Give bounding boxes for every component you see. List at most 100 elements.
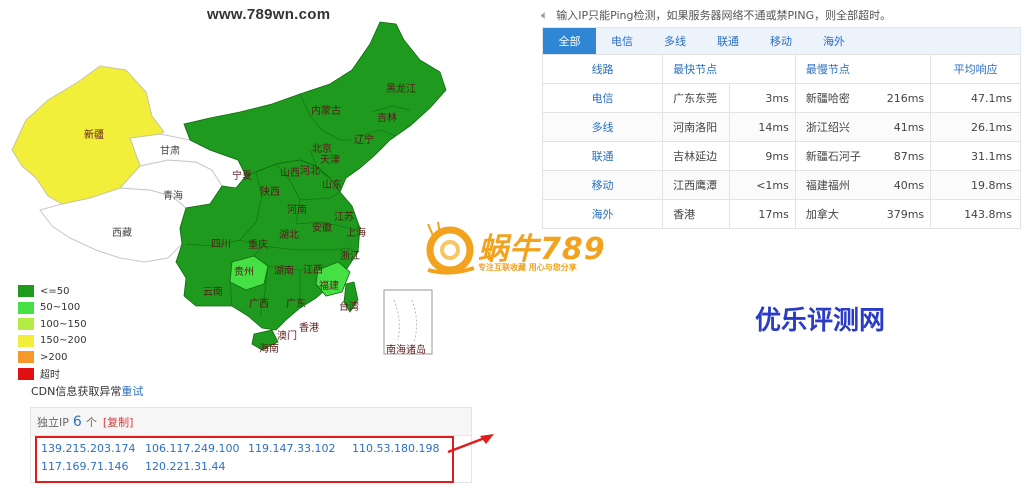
tab-all[interactable]: 全部 <box>543 28 596 55</box>
label-aomen: 澳门 <box>277 329 297 342</box>
label-henan: 河南 <box>287 203 307 216</box>
ip-panel: 独立IP 6 个 [复制] 139.215.203.174 106.117.24… <box>30 407 472 483</box>
table-row: 海外 香港 17ms 加拿大 379ms 143.8ms <box>541 199 1021 229</box>
header-fastest: 最快节点 <box>662 54 796 84</box>
cell-fastest-node: 香港 <box>662 199 730 229</box>
ip-address[interactable]: 139.215.203.174 <box>41 442 135 455</box>
label-hainan: 海南 <box>259 342 279 355</box>
tab-multiline[interactable]: 多线 <box>648 28 702 55</box>
tab-mobile[interactable]: 移动 <box>754 28 808 55</box>
label-hunan: 湖南 <box>274 264 294 277</box>
cell-slowest-node: 新疆石河子 <box>794 141 864 171</box>
label-taiwan: 台湾 <box>339 300 359 313</box>
ping-result-table: 线路 最快节点 最慢节点 平均响应 电信 广东东莞 3ms 新疆哈密 216ms 47.1… <box>541 54 1021 229</box>
legend-swatch <box>18 334 34 347</box>
ip-address[interactable]: 119.147.33.102 <box>248 442 335 455</box>
label-anhui: 安徽 <box>312 221 332 234</box>
legend-item: 150~200 <box>18 333 87 350</box>
label-jiangsu: 江苏 <box>334 210 354 223</box>
label-neimenggu: 内蒙古 <box>311 104 341 117</box>
cell-slowest-ms: 41ms <box>863 112 932 142</box>
label-shanghai: 上海 <box>346 226 366 239</box>
label-shaanxi: 陕西 <box>260 185 280 198</box>
label-shanxi: 山西 <box>280 167 300 179</box>
cdn-note: CDN信息获取异常重试 <box>31 383 143 399</box>
cell-line: 多线 <box>541 112 664 142</box>
cell-fastest-ms: <1ms <box>729 170 796 200</box>
ip-list-highlight: 139.215.203.174 106.117.249.100 119.147.… <box>35 436 454 483</box>
legend-swatch <box>18 367 34 380</box>
table-row: 多线 河南洛阳 14ms 浙江绍兴 41ms 26.1ms <box>541 112 1021 142</box>
header-line: 线路 <box>541 54 664 84</box>
cell-slowest-ms: 379ms <box>863 199 932 229</box>
label-beijing: 北京 <box>312 142 332 155</box>
label-hubei: 湖北 <box>279 229 299 241</box>
label-yunnan: 云南 <box>203 285 223 298</box>
legend-swatch <box>18 351 34 364</box>
legend-label: >200 <box>40 351 68 363</box>
label-hebei: 河北 <box>300 165 320 177</box>
hint-bar: 🔈︎ 输入IP只能Ping检测，如果服务器网络不通或禁PING，则全部超时。 <box>541 7 891 23</box>
label-xizang: 西藏 <box>112 227 132 239</box>
label-zhejiang: 浙江 <box>340 250 360 262</box>
tab-telecom[interactable]: 电信 <box>596 28 648 55</box>
label-fujian: 福建 <box>319 279 339 292</box>
ip-address[interactable]: 120.221.31.44 <box>145 460 225 473</box>
cell-slowest-ms: 40ms <box>863 170 932 200</box>
table-row: 联通 吉林延边 9ms 新疆石河子 87ms 31.1ms <box>541 141 1021 171</box>
label-chongqing: 重庆 <box>248 238 268 251</box>
cell-slowest-node: 新疆哈密 <box>794 83 864 113</box>
legend-label: 50~100 <box>40 302 81 314</box>
brand-watermark: 优乐评测网 <box>755 306 886 336</box>
legend-swatch <box>18 318 34 331</box>
cell-slowest-ms: 216ms <box>863 83 932 113</box>
cell-average: 47.1ms <box>930 83 1021 113</box>
label-heilongjiang: 黑龙江 <box>386 82 416 95</box>
label-gansu: 甘肃 <box>160 144 180 157</box>
cell-slowest-node: 福建福州 <box>794 170 864 200</box>
map-legend: <=50 50~100 100~150 150~200 >200 超时 <box>18 283 87 382</box>
label-guangdong: 广东 <box>286 297 306 310</box>
annotation-arrow <box>447 434 494 454</box>
ip-address[interactable]: 106.117.249.100 <box>145 442 239 455</box>
snail-logo-icon <box>426 221 475 275</box>
label-qinghai: 青海 <box>163 189 183 202</box>
cell-average: 143.8ms <box>930 199 1021 229</box>
ip-panel-header: 独立IP 6 个 [复制] <box>31 408 471 436</box>
cell-fastest-node: 河南洛阳 <box>662 112 730 142</box>
cell-fastest-node: 江西鹰潭 <box>662 170 730 200</box>
cell-slowest-ms: 87ms <box>863 141 932 171</box>
cell-slowest-node: 浙江绍兴 <box>794 112 864 142</box>
ip-count: 6 <box>72 413 82 430</box>
cell-fastest-ms: 9ms <box>729 141 796 171</box>
label-shandong: 山东 <box>322 178 342 191</box>
cell-average: 19.8ms <box>930 170 1021 200</box>
legend-item: <=50 <box>18 283 87 300</box>
cell-fastest-ms: 17ms <box>729 199 796 229</box>
table-row: 电信 广东东莞 3ms 新疆哈密 216ms 47.1ms <box>541 83 1021 113</box>
legend-swatch <box>18 301 34 314</box>
ip-unit: 个 <box>85 415 97 429</box>
legend-label: 超时 <box>40 370 60 382</box>
copy-link[interactable]: [复制] <box>103 414 134 430</box>
cell-fastest-node: 广东东莞 <box>662 83 730 113</box>
retry-link[interactable]: 重试 <box>121 385 143 398</box>
legend-label: <=50 <box>40 285 70 297</box>
legend-label: 150~200 <box>40 335 87 347</box>
label-guizhou: 贵州 <box>234 265 254 278</box>
ip-address[interactable]: 110.53.180.198 <box>352 442 439 455</box>
speaker-icon: 🔈︎ <box>541 7 549 22</box>
header-avg: 平均响应 <box>930 54 1021 84</box>
legend-item: >200 <box>18 349 87 366</box>
label-guangxi: 广西 <box>249 298 269 310</box>
legend-swatch <box>18 285 34 298</box>
tab-unicom[interactable]: 联通 <box>702 28 754 55</box>
legend-item: 超时 <box>18 366 87 383</box>
tab-overseas[interactable]: 海外 <box>808 28 860 55</box>
ip-address[interactable]: 117.169.71.146 <box>41 460 128 473</box>
isp-tabs: 全部 电信 多线 联通 移动 海外 <box>542 27 1021 55</box>
cell-average: 26.1ms <box>930 112 1021 142</box>
label-liaoning: 辽宁 <box>354 133 374 146</box>
legend-item: 50~100 <box>18 300 87 317</box>
cell-line: 联通 <box>541 141 664 171</box>
